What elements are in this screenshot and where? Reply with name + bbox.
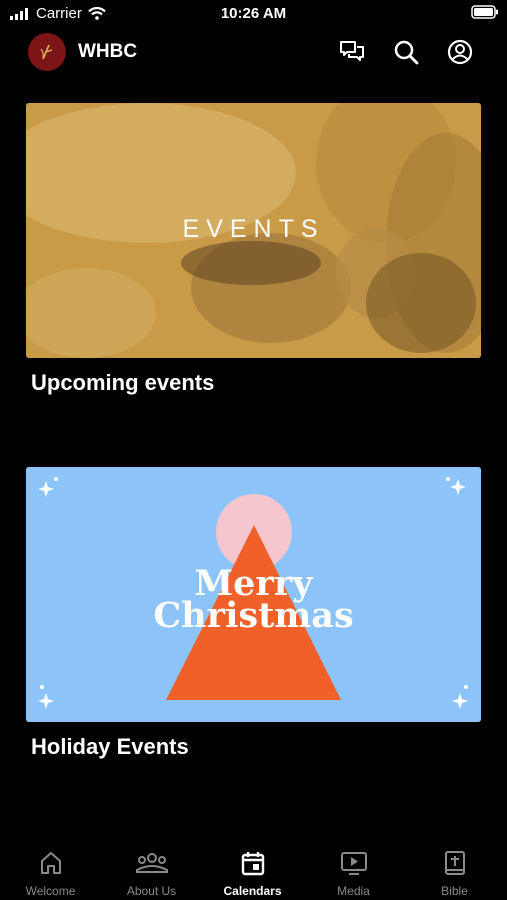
tab-bible[interactable]: Bible [404,838,505,900]
tab-media[interactable]: Media [303,838,404,900]
tab-welcome[interactable]: Welcome [0,838,101,900]
home-icon [40,852,61,874]
upcoming-events-title[interactable]: Upcoming events [31,370,214,396]
events-banner-text: EVENTS [182,215,325,243]
search-icon [394,40,419,65]
tab-about-us[interactable]: About Us [101,838,202,900]
tab-label-bible: Bible [441,884,468,898]
app-title: WHBC [78,41,138,62]
calendar-icon [241,852,264,876]
status-time: 10:26 AM [220,5,287,22]
messages-button[interactable] [336,36,368,68]
status-bar: Carrier 10:26 AM [0,0,507,28]
bottom-tab-bar: Welcome About Us Calendars Media Bible [0,838,507,900]
profile-button[interactable] [444,36,476,68]
upcoming-events-card[interactable]: EVENTS [26,103,481,358]
tab-calendars[interactable]: Calendars [202,838,303,900]
holiday-events-title[interactable]: Holiday Events [31,734,189,760]
account-icon [447,39,473,65]
battery-icon [471,5,499,24]
logo-icon [40,44,53,60]
tab-label-welcome: Welcome [25,884,76,898]
tab-label-media: Media [337,884,370,898]
church-logo[interactable] [28,33,66,71]
people-icon [135,853,168,873]
christmas-text: Christmas [153,595,354,636]
chat-icon [340,41,364,61]
app-bar: WHBC [0,28,507,78]
search-button[interactable] [390,36,422,68]
holiday-events-card[interactable]: Merry Christmas [26,467,481,722]
tab-label-about-us: About Us [126,884,177,898]
bible-icon [444,851,465,875]
tab-label-calendars: Calendars [223,884,282,898]
media-play-icon [340,852,367,875]
